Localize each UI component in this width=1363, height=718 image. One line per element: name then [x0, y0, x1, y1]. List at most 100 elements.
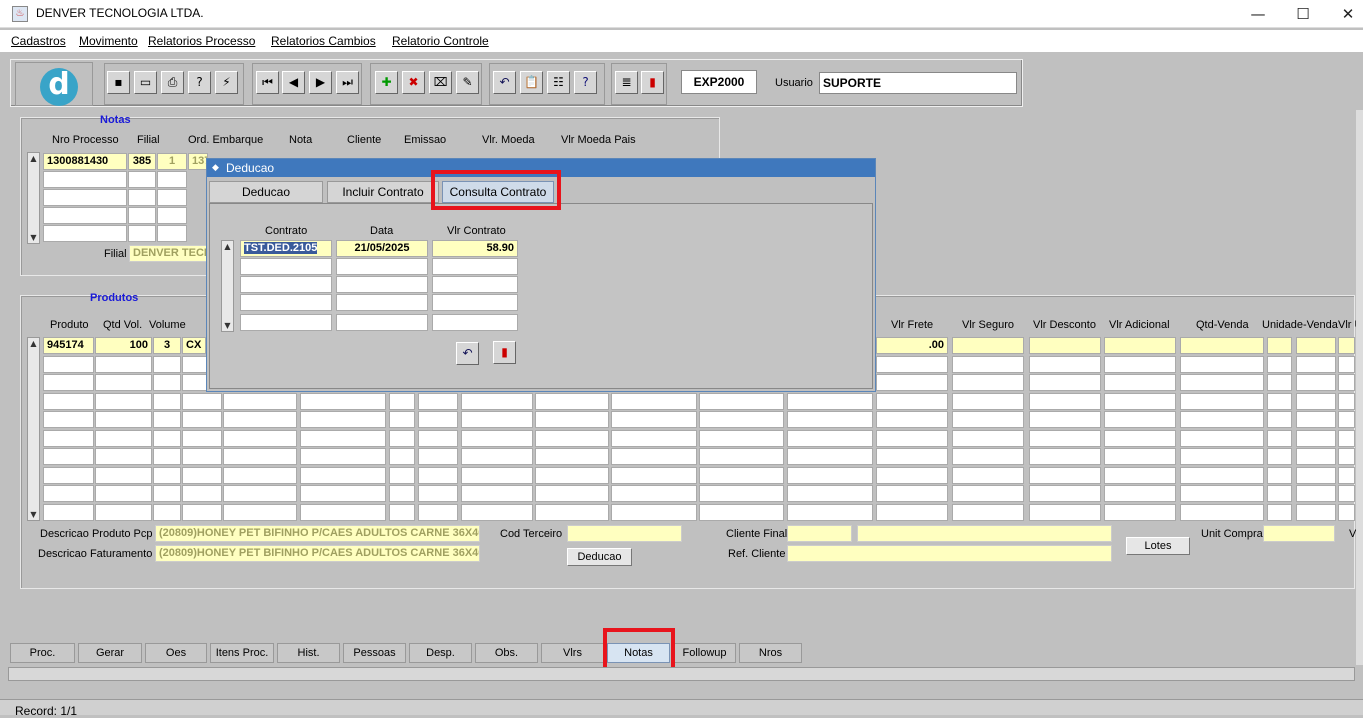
table-row[interactable] [1267, 355, 1292, 373]
table-row[interactable] [300, 411, 386, 428]
undo-icon[interactable]: ↶ [493, 71, 516, 94]
table-row[interactable] [699, 503, 784, 521]
help-icon[interactable]: ? [574, 71, 597, 94]
table-row[interactable] [699, 485, 784, 502]
table-row[interactable] [1296, 411, 1336, 428]
notas-nro-processo-cell[interactable]: 1300881430 [43, 153, 127, 170]
delete-record-icon[interactable]: ✖ [402, 71, 425, 94]
table-row[interactable] [1180, 392, 1264, 410]
table-row[interactable] [182, 466, 222, 484]
table-row[interactable] [1104, 503, 1176, 521]
table-row[interactable] [418, 429, 458, 447]
table-row[interactable] [182, 485, 222, 502]
table-row[interactable] [535, 466, 609, 484]
table-row[interactable] [699, 411, 784, 428]
table-row[interactable] [952, 411, 1024, 428]
table-row[interactable] [876, 374, 948, 391]
table-row[interactable] [1104, 355, 1176, 373]
table-row[interactable] [876, 448, 948, 465]
table-row[interactable] [153, 466, 181, 484]
table-row[interactable] [223, 466, 297, 484]
table-row[interactable] [43, 429, 94, 447]
tab-gerar[interactable]: Gerar [78, 643, 142, 663]
table-row[interactable] [128, 207, 156, 224]
table-row[interactable] [1296, 485, 1336, 502]
table-row[interactable] [1338, 411, 1355, 428]
table-row[interactable] [389, 429, 415, 447]
table-row[interactable] [611, 503, 697, 521]
table-row[interactable] [389, 485, 415, 502]
table-row[interactable] [43, 171, 127, 188]
table-row[interactable] [336, 276, 428, 293]
table-row[interactable] [153, 411, 181, 428]
table-row[interactable] [95, 429, 152, 447]
table-row[interactable] [787, 503, 873, 521]
qtd-vol-cell[interactable]: 100 [95, 337, 152, 354]
table-row[interactable] [153, 392, 181, 410]
table-row[interactable] [1029, 429, 1101, 447]
table-row[interactable] [876, 392, 948, 410]
table-row[interactable] [1296, 503, 1336, 521]
dialog-scrollbar[interactable]: ▲ ▼ [221, 240, 234, 332]
table-row[interactable] [157, 225, 187, 242]
unid-cell[interactable]: CX [182, 337, 206, 354]
table-row[interactable] [43, 448, 94, 465]
cliente-final-name-field[interactable] [857, 525, 1112, 542]
table-row[interactable] [418, 466, 458, 484]
table-row[interactable] [240, 314, 332, 331]
table-row[interactable] [611, 448, 697, 465]
table-row[interactable] [1267, 466, 1292, 484]
tab-proc[interactable]: Proc. [10, 643, 75, 663]
table-row[interactable] [1180, 429, 1264, 447]
exit-door-icon[interactable]: ▮ [493, 341, 516, 364]
close-button[interactable]: ✕ [1325, 2, 1363, 26]
tab-nros[interactable]: Nros [739, 643, 802, 663]
edit-icon[interactable]: ✎ [456, 71, 479, 94]
scroll-down-icon[interactable]: ▼ [28, 232, 39, 243]
table-row[interactable] [535, 392, 609, 410]
table-row[interactable] [1180, 503, 1264, 521]
table-row[interactable] [952, 429, 1024, 447]
table-row[interactable] [876, 429, 948, 447]
table-row[interactable] [300, 448, 386, 465]
scroll-up-icon[interactable]: ▲ [28, 153, 39, 164]
table-row[interactable] [43, 392, 94, 410]
help-query-icon[interactable]: ? [188, 71, 211, 94]
table-row[interactable] [461, 448, 533, 465]
table-row[interactable] [876, 411, 948, 428]
table-row[interactable] [1267, 429, 1292, 447]
table-row[interactable] [389, 503, 415, 521]
table-row[interactable] [1104, 337, 1176, 354]
table-row[interactable] [611, 466, 697, 484]
table-row[interactable] [182, 411, 222, 428]
table-row[interactable] [223, 392, 297, 410]
table-row[interactable] [153, 355, 181, 373]
table-row[interactable] [336, 314, 428, 331]
list-icon[interactable]: ☷ [547, 71, 570, 94]
table-row[interactable] [1338, 392, 1355, 410]
table-row[interactable] [1104, 411, 1176, 428]
table-row[interactable] [223, 485, 297, 502]
table-row[interactable] [1029, 411, 1101, 428]
table-row[interactable] [418, 392, 458, 410]
table-row[interactable] [43, 485, 94, 502]
table-row[interactable] [1296, 448, 1336, 465]
table-row[interactable] [1104, 429, 1176, 447]
previous-record-icon[interactable]: ◀ [282, 71, 305, 94]
table-row[interactable] [699, 466, 784, 484]
table-row[interactable] [535, 448, 609, 465]
table-row[interactable] [1296, 374, 1336, 391]
table-row[interactable] [182, 503, 222, 521]
table-row[interactable] [535, 485, 609, 502]
table-row[interactable] [1267, 485, 1292, 502]
table-row[interactable] [43, 225, 127, 242]
produtos-scrollbar[interactable]: ▲ ▼ [27, 337, 40, 521]
table-row[interactable] [128, 225, 156, 242]
table-row[interactable] [43, 374, 94, 391]
table-row[interactable] [1029, 466, 1101, 484]
deducao-button[interactable]: Deducao [567, 548, 632, 566]
table-row[interactable] [418, 485, 458, 502]
tab-deducao[interactable]: Deducao [209, 181, 323, 203]
scroll-up-icon[interactable]: ▲ [28, 338, 39, 349]
table-row[interactable] [43, 207, 127, 224]
